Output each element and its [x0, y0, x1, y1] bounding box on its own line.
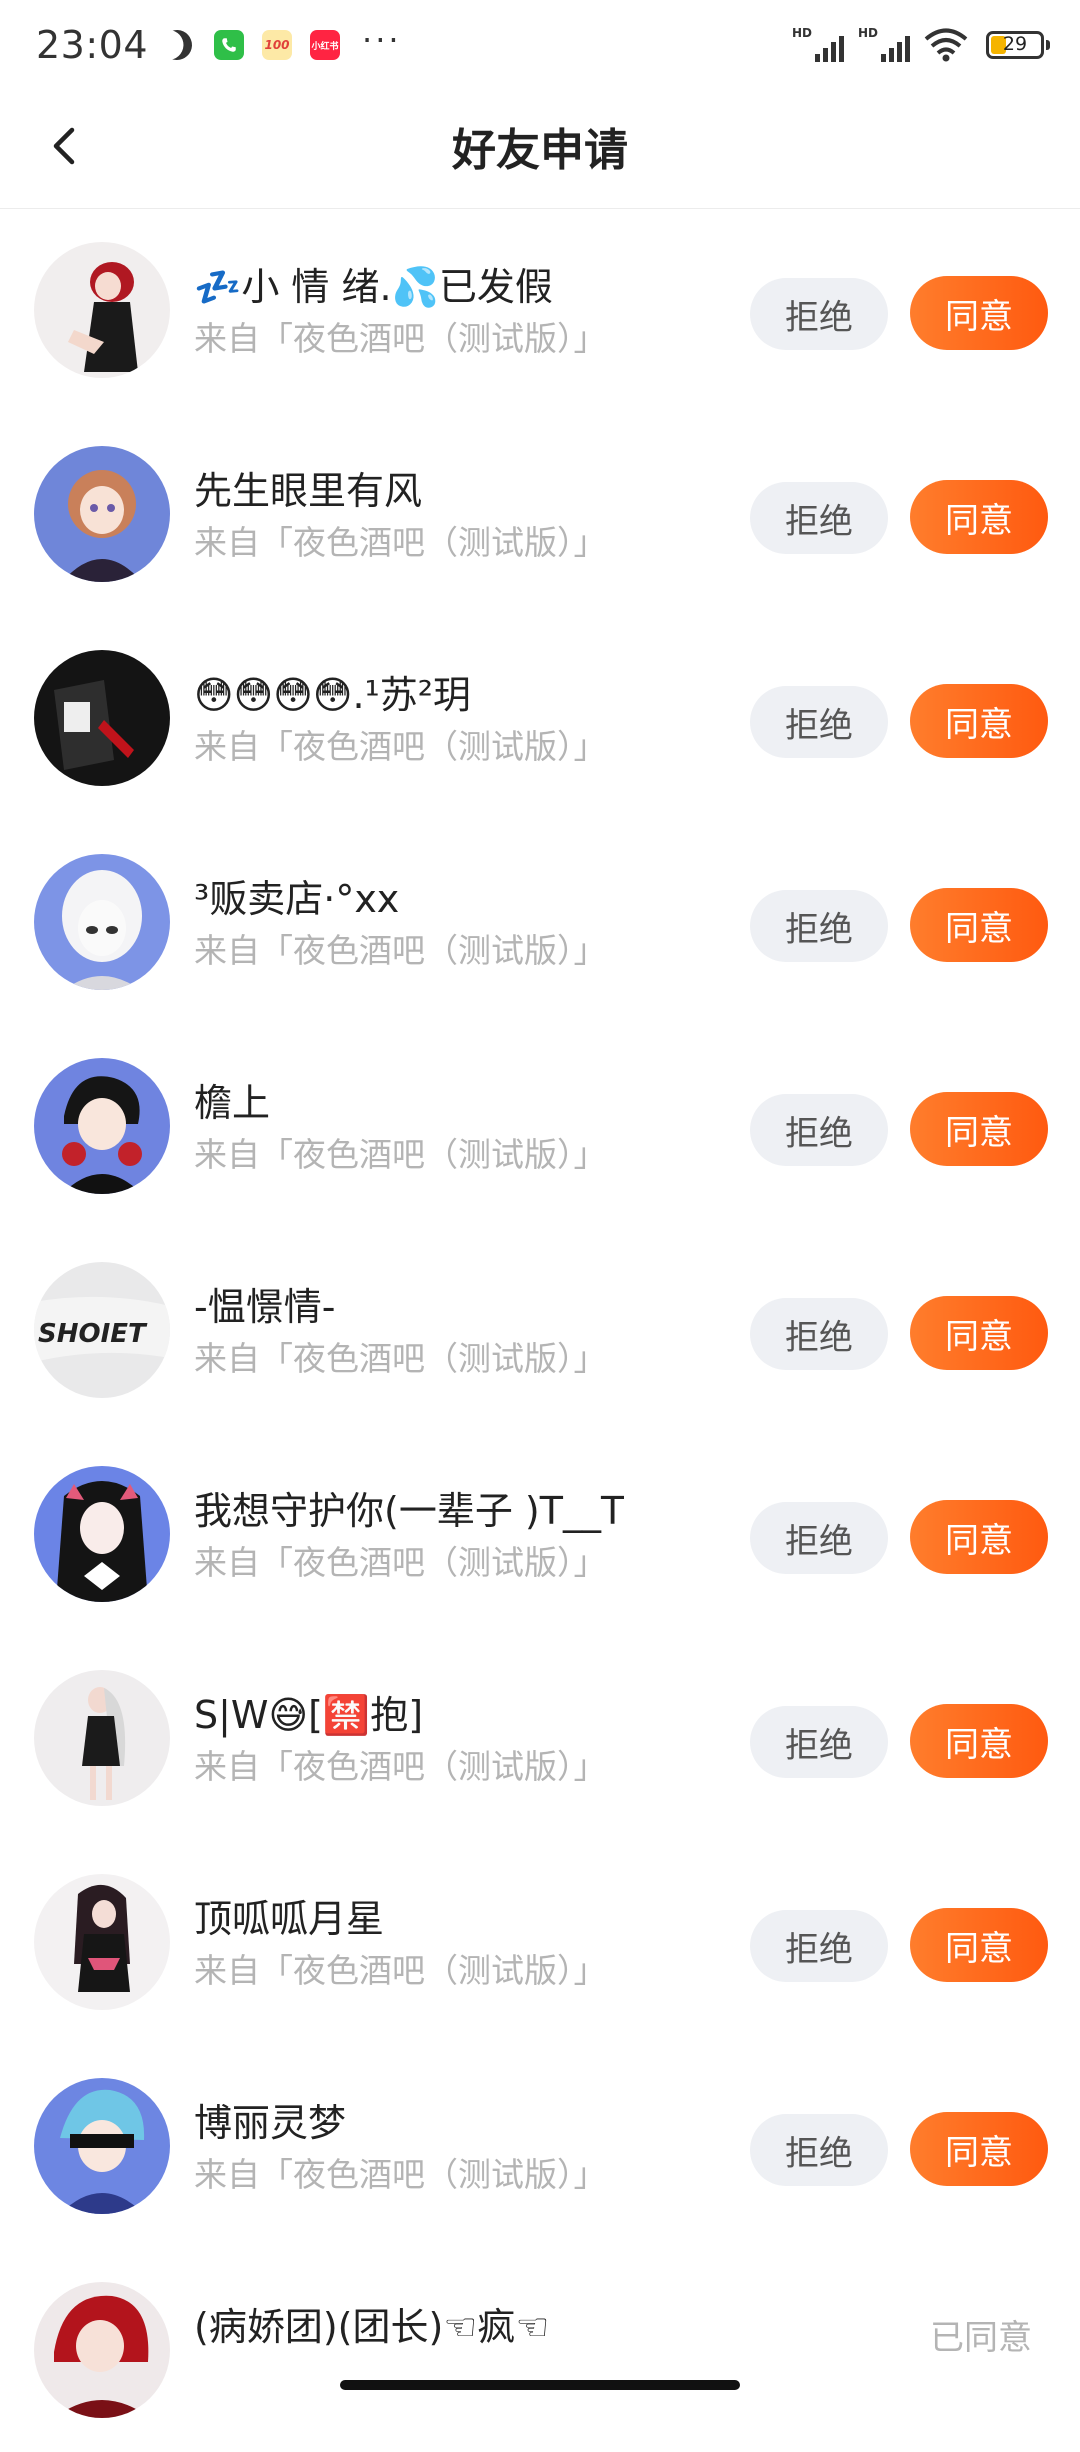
more-notifications-icon: ··· [362, 21, 402, 59]
user-avatar[interactable] [34, 2282, 170, 2418]
friend-request-list: 💤小 情 绪.💦已发假 来自「夜色酒吧（测试版）」 拒绝 同意 先生眼里有风 来… [0, 208, 1080, 2452]
phone-app-icon [214, 30, 245, 60]
accept-button[interactable]: 同意 [910, 1908, 1048, 1982]
accept-button[interactable]: 同意 [910, 888, 1048, 962]
requester-name: 我想守护你(一辈子 )T__T [194, 1489, 625, 1533]
request-source: 来自「夜色酒吧（测试版）」 [194, 1135, 607, 1174]
requester-name: -愠憬情- [194, 1285, 336, 1329]
svg-text:SHOIET: SHOIET [38, 1319, 148, 1349]
accepted-status: 已同意 [930, 2318, 1032, 2358]
friend-request-row: 先生眼里有风 来自「夜色酒吧（测试版）」 拒绝 同意 [0, 412, 1080, 616]
page-title: 好友申请 [452, 125, 628, 176]
battery-icon: 29 [986, 31, 1050, 59]
friend-request-row: (病娇团)(团长)☜疯☜ 已同意 [0, 2248, 1080, 2452]
hd-label: HD [792, 26, 813, 40]
request-source: 来自「夜色酒吧（测试版）」 [194, 523, 607, 562]
do-not-disturb-moon-icon [158, 26, 196, 64]
xiaohongshu-app-icon: 小红书 [310, 30, 341, 60]
user-avatar[interactable] [34, 1058, 170, 1194]
requester-name: (病娇团)(团长)☜疯☜ [194, 2305, 550, 2349]
request-source: 来自「夜色酒吧（测试版）」 [194, 2155, 607, 2194]
user-avatar[interactable] [34, 650, 170, 786]
wifi-icon [924, 28, 968, 62]
request-source: 来自「夜色酒吧（测试版）」 [194, 1747, 607, 1786]
home-indicator[interactable] [340, 2380, 740, 2390]
friend-request-row: ³贩卖店·°xx 来自「夜色酒吧（测试版）」 拒绝 同意 [0, 820, 1080, 1024]
requester-name: ³贩卖店·°xx [194, 877, 400, 921]
friend-request-row: 😳😳😳😳.¹苏²玥 来自「夜色酒吧（测试版）」 拒绝 同意 [0, 616, 1080, 820]
requester-name: 💤小 情 绪.💦已发假 [194, 265, 553, 309]
user-avatar[interactable] [34, 1874, 170, 2010]
friend-request-row: 💤小 情 绪.💦已发假 来自「夜色酒吧（测试版）」 拒绝 同意 [0, 208, 1080, 412]
requester-name: 😳😳😳😳.¹苏²玥 [194, 673, 472, 717]
user-avatar[interactable] [34, 1670, 170, 1806]
reject-button[interactable]: 拒绝 [750, 1094, 888, 1166]
requester-name: 顶呱呱月星 [194, 1897, 385, 1941]
request-source: 来自「夜色酒吧（测试版）」 [194, 319, 607, 358]
cell-signal-icon: HD [792, 26, 844, 62]
back-arrow-icon[interactable] [42, 122, 90, 170]
status-bar: 23:04 100 小红书 ··· HD HD 29 [0, 0, 1080, 90]
user-avatar[interactable]: SHOIET [34, 1262, 170, 1398]
accept-button[interactable]: 同意 [910, 2112, 1048, 2186]
requester-name: S|W😅[🈲抱] [194, 1693, 424, 1737]
reject-button[interactable]: 拒绝 [750, 1910, 888, 1982]
user-avatar[interactable] [34, 446, 170, 582]
accept-button[interactable]: 同意 [910, 1500, 1048, 1574]
reject-button[interactable]: 拒绝 [750, 1706, 888, 1778]
requester-name: 先生眼里有风 [194, 469, 423, 513]
accept-button[interactable]: 同意 [910, 480, 1048, 554]
accept-button[interactable]: 同意 [910, 1704, 1048, 1778]
friend-request-row: 檐上 来自「夜色酒吧（测试版）」 拒绝 同意 [0, 1024, 1080, 1228]
status-time: 23:04 [36, 23, 149, 67]
status-right-icons: HD HD 29 [792, 26, 1050, 62]
accept-button[interactable]: 同意 [910, 1092, 1048, 1166]
accept-button[interactable]: 同意 [910, 1296, 1048, 1370]
requester-name: 檐上 [194, 1081, 271, 1125]
nav-bar: 好友申请 [0, 90, 1080, 209]
reject-button[interactable]: 拒绝 [750, 2114, 888, 2186]
accept-button[interactable]: 同意 [910, 684, 1048, 758]
user-avatar[interactable] [34, 2078, 170, 2214]
reject-button[interactable]: 拒绝 [750, 686, 888, 758]
friend-request-row: 我想守护你(一辈子 )T__T 来自「夜色酒吧（测试版）」 拒绝 同意 [0, 1432, 1080, 1636]
request-source: 来自「夜色酒吧（测试版）」 [194, 727, 607, 766]
request-source: 来自「夜色酒吧（测试版）」 [194, 1543, 607, 1582]
requester-name: 博丽灵梦 [194, 2101, 347, 2145]
reject-button[interactable]: 拒绝 [750, 482, 888, 554]
reject-button[interactable]: 拒绝 [750, 1298, 888, 1370]
friend-request-row: 博丽灵梦 来自「夜色酒吧（测试版）」 拒绝 同意 [0, 2044, 1080, 2248]
100-app-icon: 100 [262, 30, 293, 60]
cell-signal-icon-2: HD [858, 26, 910, 62]
user-avatar[interactable] [34, 1466, 170, 1602]
friend-request-row: 顶呱呱月星 来自「夜色酒吧（测试版）」 拒绝 同意 [0, 1840, 1080, 2044]
reject-button[interactable]: 拒绝 [750, 890, 888, 962]
friend-request-row: S|W😅[🈲抱] 来自「夜色酒吧（测试版）」 拒绝 同意 [0, 1636, 1080, 1840]
friend-request-row: SHOIET -愠憬情- 来自「夜色酒吧（测试版）」 拒绝 同意 [0, 1228, 1080, 1432]
status-left-icons: 100 小红书 ··· [162, 21, 402, 60]
hd-label-2: HD [858, 26, 879, 40]
user-avatar[interactable] [34, 242, 170, 378]
request-source: 来自「夜色酒吧（测试版）」 [194, 931, 607, 970]
request-source: 来自「夜色酒吧（测试版）」 [194, 1951, 607, 1990]
request-source: 来自「夜色酒吧（测试版）」 [194, 1339, 607, 1378]
reject-button[interactable]: 拒绝 [750, 278, 888, 350]
accept-button[interactable]: 同意 [910, 276, 1048, 350]
user-avatar[interactable] [34, 854, 170, 990]
battery-level: 29 [1002, 33, 1028, 55]
reject-button[interactable]: 拒绝 [750, 1502, 888, 1574]
